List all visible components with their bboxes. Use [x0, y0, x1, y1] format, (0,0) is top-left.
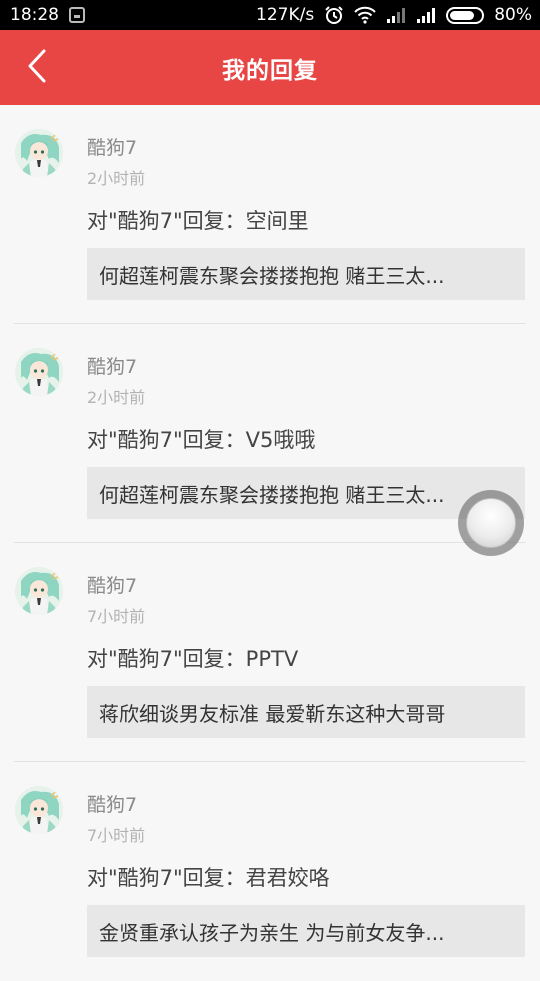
status-time: 18:28 — [10, 5, 59, 25]
reply-time: 7小时前 — [87, 826, 146, 845]
quoted-article[interactable]: 蒋欣细谈男友标准 最爱靳东这种大哥哥 — [87, 686, 525, 738]
reply-time: 2小时前 — [87, 388, 146, 407]
reply-item[interactable]: 酷狗7 2小时前 对"酷狗7"回复：空间里 何超莲柯震东聚会搂搂抱抱 赌王三太.… — [0, 105, 540, 324]
user-name[interactable]: 酷狗7 — [87, 352, 137, 379]
battery-percent: 80% — [494, 5, 532, 25]
page-title: 我的回复 — [222, 57, 318, 84]
reply-text: 对"酷狗7"回复：V5哦哦 — [87, 428, 316, 452]
status-bar: 18:28 127K/s 80% — [0, 0, 540, 30]
reply-text: 对"酷狗7"回复：PPTV — [87, 647, 299, 671]
battery-icon — [446, 6, 485, 24]
reply-list: 酷狗7 2小时前 对"酷狗7"回复：空间里 何超莲柯震东聚会搂搂抱抱 赌王三太.… — [0, 105, 540, 981]
wifi-icon — [354, 6, 376, 24]
quoted-article[interactable]: 金贤重承认孩子为亲生 为与前女友争... — [87, 905, 525, 957]
quoted-article-title: 金贤重承认孩子为亲生 为与前女友争... — [99, 920, 445, 945]
reply-item[interactable]: 酷狗7 2小时前 对"酷狗7"回复：V5哦哦 何超莲柯震东聚会搂搂抱抱 赌王三太… — [0, 324, 540, 543]
chevron-left-icon — [26, 48, 48, 88]
status-right: 127K/s 80% — [256, 5, 532, 25]
quoted-article-title: 何超莲柯震东聚会搂搂抱抱 赌王三太... — [99, 263, 445, 288]
reply-time: 2小时前 — [87, 169, 146, 188]
network-speed: 127K/s — [256, 5, 315, 25]
reply-item[interactable]: 酷狗7 7小时前 对"酷狗7"回复：PPTV 蒋欣细谈男友标准 最爱靳东这种大哥… — [0, 543, 540, 762]
quoted-article-title: 何超莲柯震东聚会搂搂抱抱 赌王三太... — [99, 482, 445, 507]
alarm-icon — [324, 5, 344, 25]
floating-button-knob — [466, 498, 516, 548]
reply-time: 7小时前 — [87, 607, 146, 626]
user-name[interactable]: 酷狗7 — [87, 790, 137, 817]
signal-icon — [386, 7, 406, 23]
back-button[interactable] — [22, 48, 52, 88]
reply-item[interactable]: 酷狗7 7小时前 对"酷狗7"回复：君君姣咯 金贤重承认孩子为亲生 为与前女友争… — [0, 762, 540, 981]
floating-assistive-button[interactable] — [458, 490, 524, 556]
avatar[interactable] — [15, 129, 63, 177]
reply-text: 对"酷狗7"回复：空间里 — [87, 209, 309, 233]
app-bar: 我的回复 — [0, 30, 540, 105]
avatar[interactable] — [15, 567, 63, 615]
sim-card-icon — [69, 7, 85, 23]
user-name[interactable]: 酷狗7 — [87, 571, 137, 598]
quoted-article-title: 蒋欣细谈男友标准 最爱靳东这种大哥哥 — [99, 701, 446, 726]
reply-text: 对"酷狗7"回复：君君姣咯 — [87, 866, 330, 890]
avatar[interactable] — [15, 348, 63, 396]
quoted-article[interactable]: 何超莲柯震东聚会搂搂抱抱 赌王三太... — [87, 248, 525, 300]
signal-icon — [416, 7, 436, 23]
avatar[interactable] — [15, 786, 63, 834]
user-name[interactable]: 酷狗7 — [87, 133, 137, 160]
